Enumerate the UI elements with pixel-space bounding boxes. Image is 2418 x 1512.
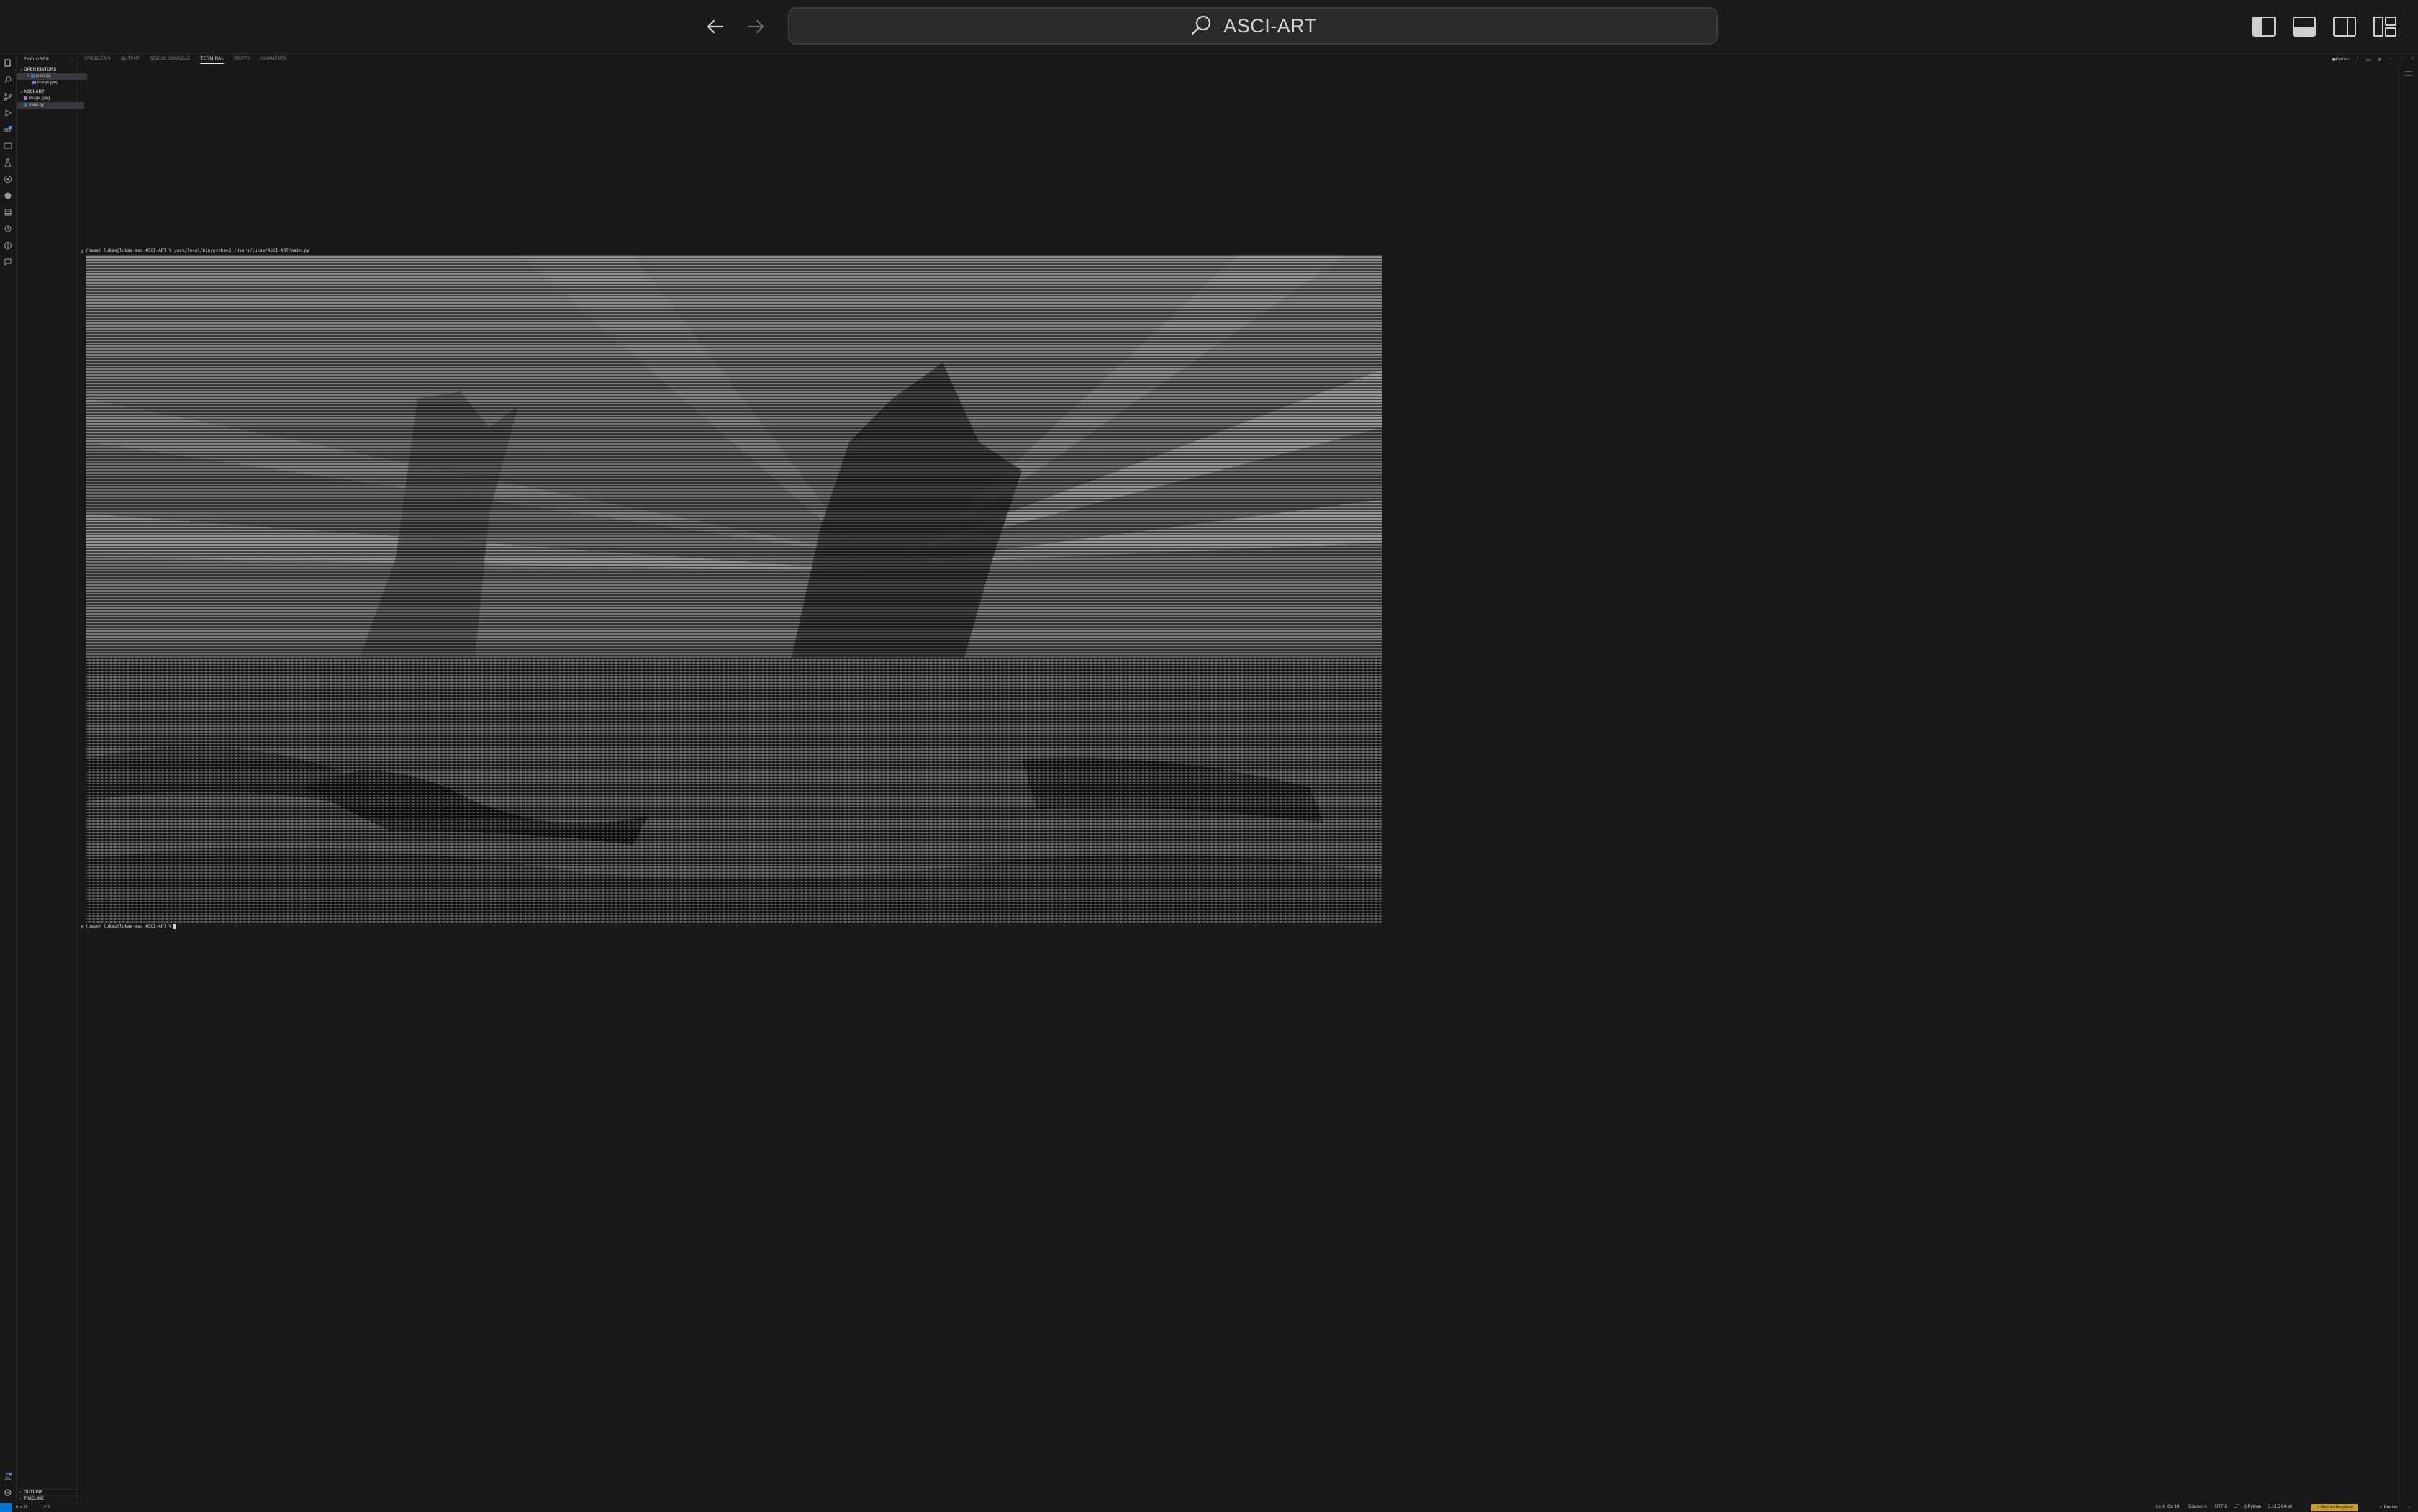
terminal-cursor: [173, 924, 176, 929]
manage-gear-icon[interactable]: [3, 1488, 13, 1498]
tab-comments[interactable]: COMMENTS: [260, 57, 286, 64]
search-icon[interactable]: [3, 75, 13, 85]
tab-ports[interactable]: PORTS: [234, 57, 250, 64]
extensions-icon[interactable]: [3, 125, 13, 135]
open-editor-main-py[interactable]: × main.py: [17, 73, 87, 80]
ascii-art-output-image: [86, 255, 1382, 923]
indentation[interactable]: Spaces: 4: [2188, 1505, 2207, 1509]
new-terminal-icon[interactable]: +: [2357, 57, 2360, 62]
prettier-status[interactable]: ✓ Prettier: [2379, 1505, 2398, 1510]
file-label: image.jpeg: [37, 81, 59, 85]
trash-icon[interactable]: ▤: [2378, 57, 2382, 62]
explorer-title: EXPLORER: [24, 58, 50, 62]
command-decoration-icon[interactable]: [81, 249, 83, 253]
panel-actions: ▣ Python + ◫ ▤ ··· ⌃ ×: [2332, 57, 2414, 62]
more-icon[interactable]: ···: [2388, 57, 2393, 62]
encoding[interactable]: UTF-8: [2215, 1505, 2227, 1509]
title-bar: ASCI-ART: [0, 0, 2418, 54]
file-image-jpeg[interactable]: image.jpeg: [17, 96, 84, 102]
more-actions-icon[interactable]: ···: [69, 56, 74, 61]
command-decoration-icon[interactable]: [81, 925, 83, 928]
tab-problems[interactable]: PROBLEMS: [85, 57, 111, 64]
python-file-icon: [24, 102, 27, 107]
terminal-prompt-line: (base) lukas@lukas-mac ASCI-ART %: [81, 924, 176, 929]
minimap-scroll[interactable]: [2399, 66, 2418, 1502]
end-of-line[interactable]: LF: [2234, 1505, 2239, 1509]
terminal-command-line: (base) lukas@lukas-mac ASCI-ART % /usr/l…: [81, 248, 309, 253]
terminal-shell-selector[interactable]: ▣ Python: [2332, 57, 2349, 62]
tab-output[interactable]: OUTPUT: [121, 57, 140, 64]
scroll-marker: [2405, 71, 2412, 72]
toggle-primary-sidebar-icon[interactable]: [2251, 14, 2277, 39]
section-label: TIMELINE: [24, 1497, 44, 1501]
accounts-settings-icon[interactable]: [3, 191, 13, 201]
python-icon[interactable]: [3, 174, 13, 184]
scroll-marker: [2405, 75, 2412, 76]
source-control-icon[interactable]: [3, 91, 13, 101]
forward-arrow-icon[interactable]: [740, 13, 771, 40]
run-debug-icon[interactable]: [3, 108, 13, 118]
ports-indicator[interactable]: ⎇ 0: [42, 1505, 50, 1510]
remote-explorer-icon[interactable]: [3, 141, 13, 151]
account-icon[interactable]: [3, 1472, 13, 1482]
tab-terminal[interactable]: TERMINAL: [200, 57, 225, 64]
testing-icon[interactable]: [3, 158, 13, 168]
remote-indicator-icon[interactable]: [0, 1503, 12, 1512]
section-label: OUTLINE: [24, 1490, 43, 1495]
activity-bar: [0, 54, 17, 1503]
reload-required-warning[interactable]: ⚠ Reload Required: [2311, 1504, 2358, 1511]
section-label: OPEN EDITORS: [24, 68, 57, 72]
explorer-icon[interactable]: [3, 58, 13, 68]
explorer-sidebar: EXPLORER ··· ⌄OPEN EDITORS × main.py imag…: [17, 54, 87, 1503]
file-label: main.py: [35, 74, 51, 78]
chat-icon[interactable]: [3, 257, 13, 267]
split-terminal-icon[interactable]: ◫: [2366, 57, 2371, 62]
tab-debug-console[interactable]: DEBUG CONSOLE: [150, 57, 190, 64]
notifications-bell-icon[interactable]: ♪: [2408, 1505, 2410, 1509]
section-project-folder[interactable]: ⌄ASCI-ART: [17, 89, 80, 96]
problems-indicator[interactable]: 0 ⚠ 0: [16, 1505, 27, 1510]
panel-tabs: PROBLEMS OUTPUT DEBUG CONSOLE TERMINAL P…: [85, 57, 287, 64]
copilot-icon[interactable]: [3, 240, 13, 250]
file-label: image.jpeg: [29, 96, 50, 101]
image-file-icon: [24, 96, 27, 100]
section-open-editors[interactable]: ⌄OPEN EDITORS: [17, 67, 80, 73]
section-timeline[interactable]: › TIMELINE: [17, 1495, 80, 1503]
image-file-icon: [32, 80, 36, 84]
close-icon[interactable]: ×: [27, 74, 30, 78]
language-mode[interactable]: {} Python: [2244, 1505, 2261, 1509]
close-panel-icon[interactable]: ×: [2411, 57, 2414, 62]
command-center-search[interactable]: ASCI-ART: [788, 7, 1718, 45]
toggle-panel-icon[interactable]: [2291, 14, 2317, 39]
python-file-icon: [30, 73, 35, 78]
timeline-icon[interactable]: [3, 224, 13, 234]
shell-label: Python: [2335, 58, 2350, 62]
maximize-panel-icon[interactable]: ⌃: [2400, 57, 2404, 62]
search-text: ASCI-ART: [1223, 14, 1317, 37]
command-text: (base) lukas@lukas-mac ASCI-ART % /usr/l…: [86, 248, 309, 253]
status-bar: 0 ⚠ 0 ⎇ 0 Ln 8, Col 18 Spaces: 4 UTF-8 L…: [0, 1503, 2418, 1512]
file-label: main.py: [29, 103, 45, 107]
python-interpreter[interactable]: 3.11.5 64-bit: [2268, 1505, 2292, 1509]
search-icon: [1192, 15, 1211, 35]
prompt-text: (base) lukas@lukas-mac ASCI-ART %: [86, 924, 172, 929]
database-icon[interactable]: [3, 207, 13, 217]
customize-layout-icon[interactable]: [2372, 14, 2398, 39]
section-label: ASCI-ART: [24, 90, 45, 94]
file-main-py[interactable]: main.py: [17, 102, 84, 109]
cursor-position[interactable]: Ln 8, Col 18: [2156, 1505, 2179, 1509]
back-arrow-icon[interactable]: [699, 13, 731, 40]
toggle-secondary-sidebar-icon[interactable]: [2332, 14, 2358, 39]
